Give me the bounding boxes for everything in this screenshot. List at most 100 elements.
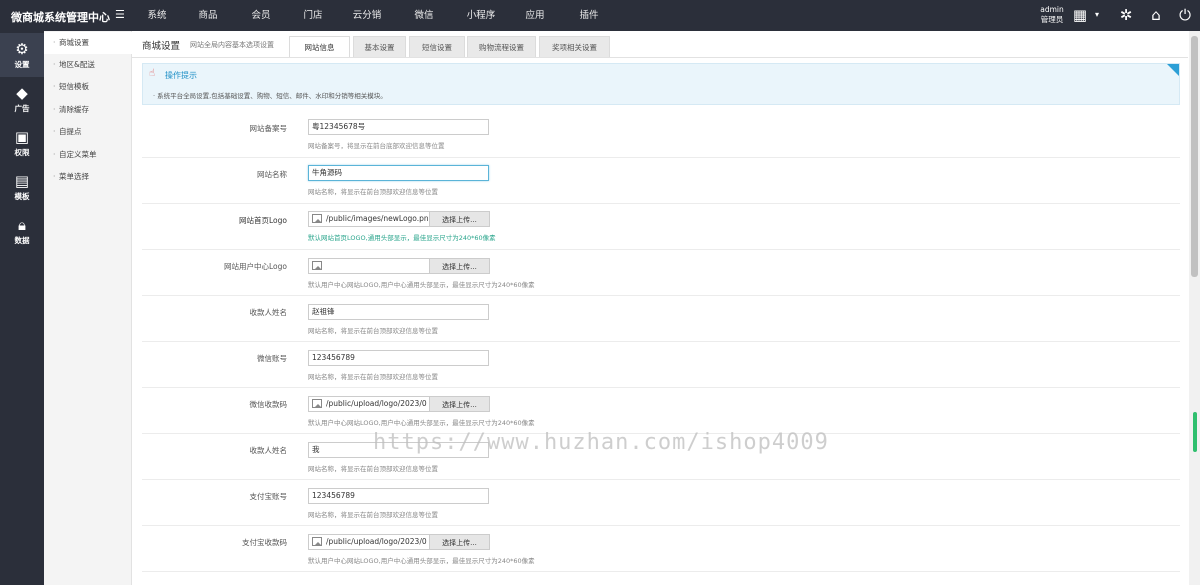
- file-path: /public/upload/logo/2023/0: [326, 399, 427, 408]
- rail-item-label: 设置: [14, 60, 30, 69]
- tab-site-info[interactable]: 网站信息: [289, 36, 350, 57]
- field-hint: 默认用户中心网站LOGO,用户中心通用头部显示，最佳显示尺寸为240*60像素: [308, 557, 535, 565]
- tab-basic-settings[interactable]: 基本设置: [353, 36, 406, 57]
- image-icon: [312, 399, 322, 408]
- diamond-icon: ◆: [16, 84, 28, 102]
- menu-toggle-icon[interactable]: ☰: [115, 9, 127, 20]
- document-icon: ▤: [14, 172, 30, 190]
- alipay-qrcode-file-field[interactable]: /public/upload/logo/2023/0 选择上传...: [308, 534, 490, 550]
- page-title: 商城设置: [142, 41, 181, 52]
- submenu-item-sms-templates[interactable]: 短信模板: [44, 76, 132, 98]
- top-bar: 微商城系统管理中心 ☰ 系统 商品 会员 门店 云分销 微信 小程序 应用 插件…: [0, 0, 1200, 31]
- payee-name-input[interactable]: 赵祖锋: [308, 304, 489, 320]
- rail-item-label: 数据: [14, 236, 30, 245]
- admin-name: admin: [1040, 5, 1064, 14]
- form-row: 网站首页Logo /public/images/newLogo.pn 选择上传.…: [142, 204, 1180, 250]
- field-label: 支付宝收款码: [242, 538, 287, 547]
- tab-shopping-flow[interactable]: 购物流程设置: [467, 36, 536, 57]
- power-icon[interactable]: ⏻: [1175, 6, 1195, 24]
- field-label: 网站用户中心Logo: [224, 262, 287, 271]
- upload-button[interactable]: 选择上传...: [429, 396, 490, 412]
- rail-item-permissions[interactable]: ▣ 权限: [0, 121, 44, 165]
- scrollbar-thumb[interactable]: [1191, 36, 1198, 277]
- watermark: https://www.huzhan.com/ishop4009: [373, 430, 829, 455]
- topnav-item-distribution[interactable]: 云分销: [339, 0, 395, 31]
- alipay-account-input[interactable]: 123456789: [308, 488, 489, 504]
- form-row: 微信收款码 /public/upload/logo/2023/0 选择上传...…: [142, 388, 1180, 434]
- field-label: 微信收款码: [249, 400, 288, 409]
- calendar-icon[interactable]: ▦: [1069, 6, 1091, 24]
- file-path: [326, 259, 429, 273]
- wechat-account-input[interactable]: 123456789: [308, 350, 489, 366]
- hand-pointer-icon: ☝: [149, 68, 156, 79]
- submenu-item-clear-cache[interactable]: 清除缓存: [44, 99, 132, 121]
- topnav-item-store[interactable]: 门店: [287, 0, 339, 31]
- topnav-item-system[interactable]: 系统: [133, 0, 181, 31]
- app-title: 微商城系统管理中心: [11, 11, 110, 24]
- image-icon: [312, 537, 322, 546]
- ad-icon: ▣: [14, 128, 30, 146]
- field-hint: 默认网站首页LOGO,通用头部显示，最佳显示尺寸为240*60像素: [308, 234, 496, 242]
- tip-text-content: 系统平台全局设置,包括基础设置、购物、短信、邮件、水印和分销等相关模块。: [157, 92, 387, 100]
- icp-number-input[interactable]: 粤12345678号: [308, 119, 489, 135]
- submenu-item-menu-select[interactable]: 菜单选择: [44, 166, 132, 188]
- upload-button[interactable]: 选择上传...: [429, 211, 490, 227]
- rail-item-settings[interactable]: ⚙ 设置: [0, 33, 44, 77]
- field-hint: 默认用户中心网站LOGO,用户中心通用头部显示，最佳显示尺寸为240*60像素: [308, 281, 535, 289]
- field-hint: 网站备案号，将显示在前台底部欢迎信息等位置: [308, 142, 445, 150]
- field-hint: 网站名称，将显示在前台顶部欢迎信息等位置: [308, 188, 438, 196]
- rail-item-label: 广告: [14, 104, 30, 113]
- user-center-logo-file-field[interactable]: 选择上传...: [308, 258, 490, 274]
- form-row: 支付宝账号 123456789 网站名称，将显示在前台顶部欢迎信息等位置: [142, 480, 1180, 526]
- tip-box: ☝ 操作提示 · 系统平台全局设置,包括基础设置、购物、短信、邮件、水印和分销等…: [142, 63, 1180, 105]
- topnav-item-member[interactable]: 会员: [235, 0, 287, 31]
- submenu-item-pickup-points[interactable]: 自提点: [44, 121, 132, 143]
- submenu-item-mall-settings[interactable]: 商城设置: [44, 32, 132, 54]
- admin-info[interactable]: admin 管理员: [1037, 5, 1067, 25]
- file-path: /public/images/newLogo.pn: [326, 214, 429, 223]
- tip-title: 操作提示: [165, 71, 197, 80]
- topnav-item-apps[interactable]: 应用: [509, 0, 561, 31]
- top-nav: 系统 商品 会员 门店 云分销 微信 小程序 应用 插件: [133, 0, 617, 31]
- form-row: 收款人姓名 赵祖锋 网站名称，将显示在前台顶部欢迎信息等位置: [142, 296, 1180, 342]
- tab-prize-settings[interactable]: 奖项相关设置: [539, 36, 610, 57]
- site-name-input[interactable]: 牛角源码: [308, 165, 489, 181]
- rail-item-label: 权限: [14, 148, 30, 157]
- field-label: 收款人姓名: [249, 446, 288, 455]
- rail-item-ads[interactable]: ◆ 广告: [0, 77, 44, 121]
- lock-icon: 🔒︎: [18, 216, 26, 234]
- site-logo-file-field[interactable]: /public/images/newLogo.pn 选择上传...: [308, 211, 490, 227]
- rail-item-templates[interactable]: ▤ 模板: [0, 165, 44, 209]
- upload-button[interactable]: 选择上传...: [429, 258, 490, 274]
- field-label: 收款人姓名: [249, 308, 288, 317]
- admin-role: 管理员: [1040, 15, 1064, 24]
- file-path: /public/upload/logo/2023/0: [326, 537, 427, 546]
- submenu-item-custom-menu[interactable]: 自定义菜单: [44, 144, 132, 166]
- collapse-corner-icon[interactable]: [1167, 64, 1179, 76]
- home-icon[interactable]: ⌂: [1146, 6, 1166, 24]
- form-row: 网站备案号 粤12345678号 网站备案号，将显示在前台底部欢迎信息等位置: [142, 112, 1180, 158]
- form-row: 网站用户中心Logo 选择上传... 默认用户中心网站LOGO,用户中心通用头部…: [142, 250, 1180, 296]
- rail-item-data[interactable]: 🔒︎ 数据: [0, 209, 44, 253]
- network-icon[interactable]: ✲: [1116, 6, 1136, 24]
- topnav-item-goods[interactable]: 商品: [181, 0, 235, 31]
- side-indicator: [1193, 412, 1197, 452]
- image-icon: [312, 214, 322, 223]
- chevron-down-icon[interactable]: ▾: [1093, 6, 1101, 24]
- field-hint: 网站名称，将显示在前台顶部欢迎信息等位置: [308, 373, 438, 381]
- page-subtitle: 网站全局内容基本选项设置: [190, 41, 274, 49]
- submenu-item-region-delivery[interactable]: 地区&配送: [44, 54, 132, 76]
- form-row: 支付宝收款码 /public/upload/logo/2023/0 选择上传..…: [142, 526, 1180, 572]
- field-label: 微信账号: [257, 354, 287, 363]
- wechat-qrcode-file-field[interactable]: /public/upload/logo/2023/0 选择上传...: [308, 396, 490, 412]
- scrollbar[interactable]: [1189, 31, 1200, 585]
- topnav-item-miniprogram[interactable]: 小程序: [453, 0, 509, 31]
- gear-icon: ⚙: [15, 40, 29, 58]
- topnav-item-plugins[interactable]: 插件: [561, 0, 617, 31]
- topnav-item-wechat[interactable]: 微信: [395, 0, 453, 31]
- field-label: 网站名称: [257, 170, 287, 179]
- upload-button[interactable]: 选择上传...: [429, 534, 490, 550]
- field-hint: 网站名称，将显示在前台顶部欢迎信息等位置: [308, 511, 438, 519]
- rail-item-label: 模板: [14, 192, 30, 201]
- tab-sms-settings[interactable]: 短信设置: [409, 36, 465, 57]
